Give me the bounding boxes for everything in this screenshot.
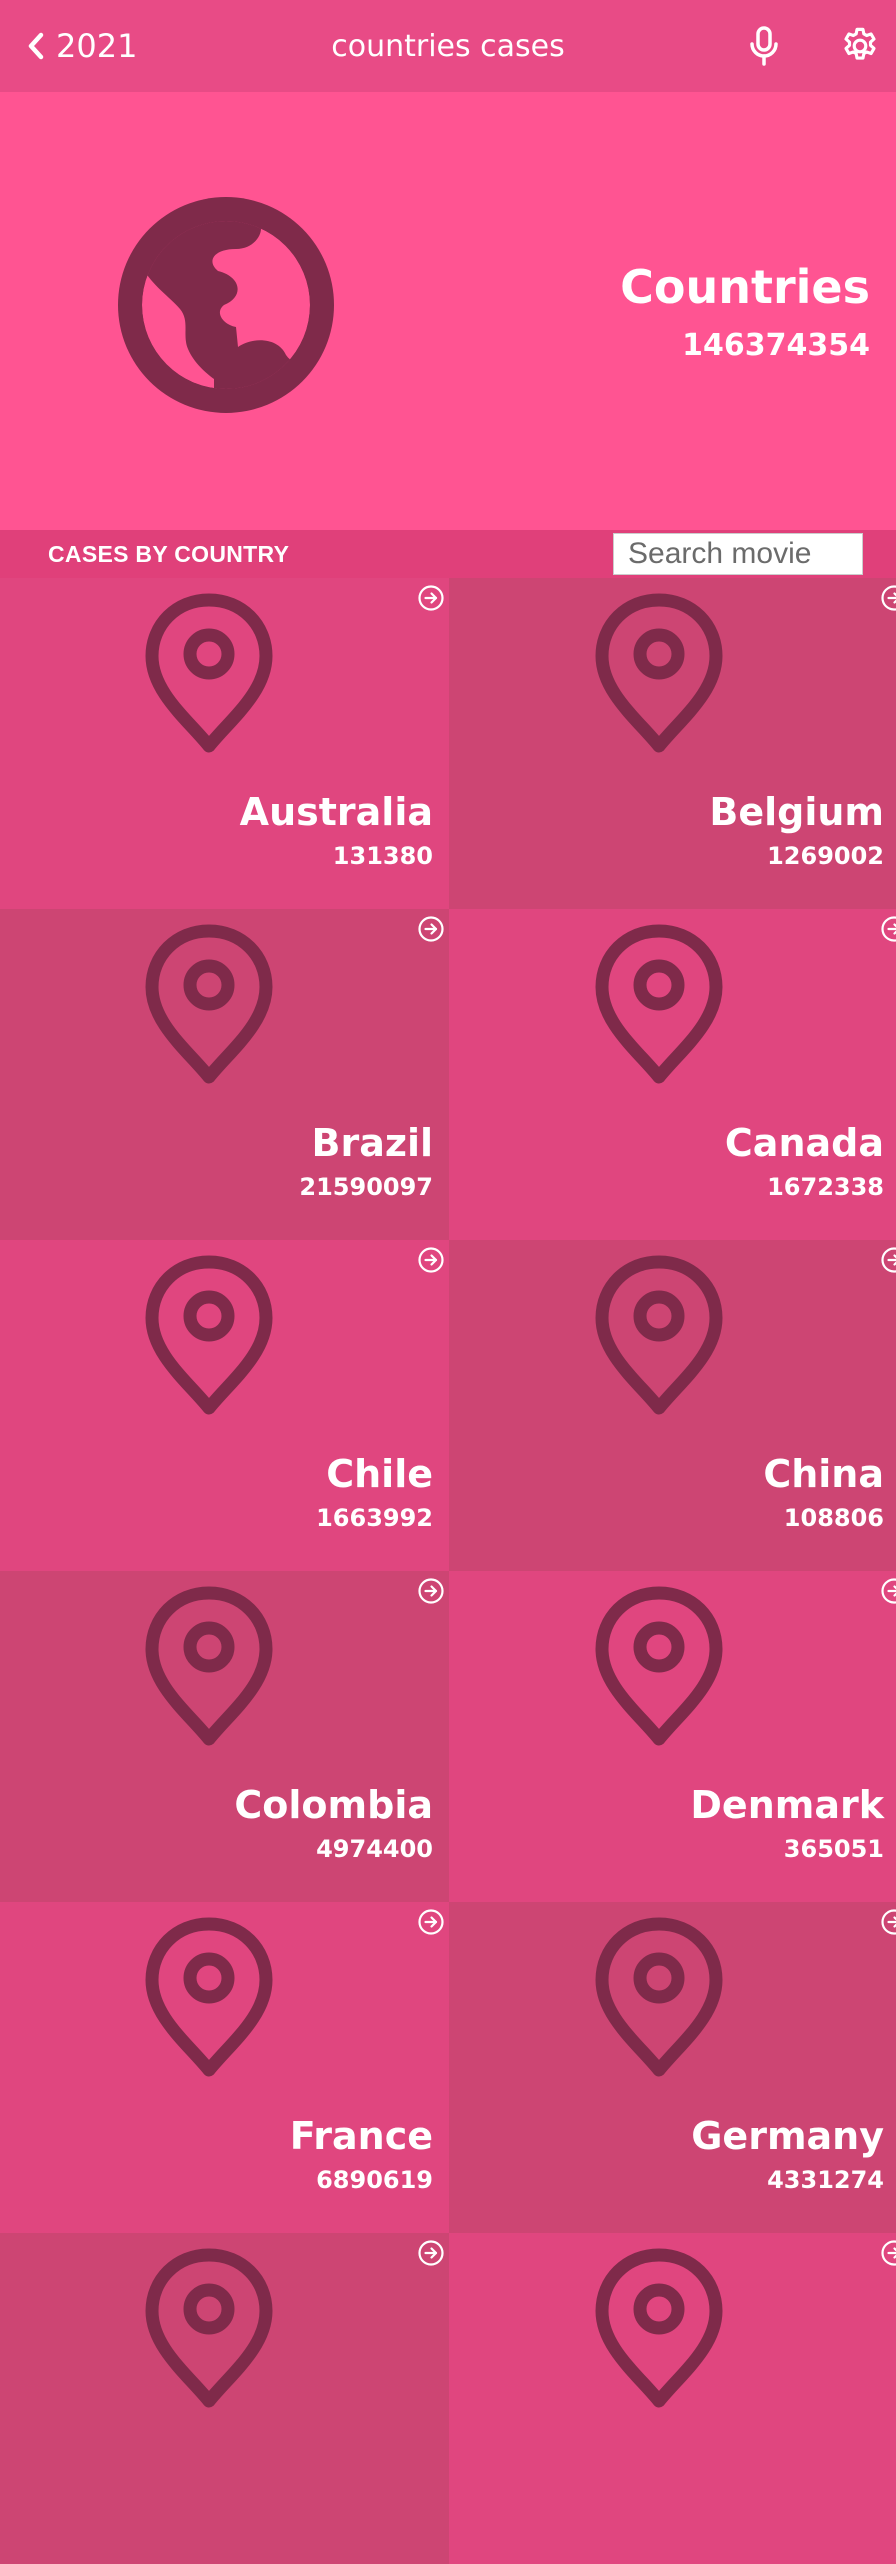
gear-icon <box>839 25 881 67</box>
country-tile[interactable] <box>0 2233 449 2564</box>
country-cases: 4331274 <box>767 2166 884 2194</box>
country-cases: 108806 <box>784 1504 884 1532</box>
arrow-right-circle-icon[interactable] <box>417 1908 445 1936</box>
arrow-right-circle-icon[interactable] <box>417 2239 445 2267</box>
country-tile[interactable]: Germany 4331274 <box>449 1902 896 2233</box>
arrow-right-circle-icon[interactable] <box>880 584 896 612</box>
microphone-button[interactable] <box>736 18 792 74</box>
arrow-right-circle-icon[interactable] <box>880 2239 896 2267</box>
country-tile[interactable]: Canada 1672338 <box>449 909 896 1240</box>
country-name: Australia <box>240 790 433 834</box>
hero-title: Countries <box>620 260 870 314</box>
country-name: Colombia <box>234 1783 433 1827</box>
settings-button[interactable] <box>832 18 888 74</box>
country-cases: 4974400 <box>316 1835 433 1863</box>
hero-total-cases: 146374354 <box>682 328 870 363</box>
map-pin-icon <box>144 592 274 756</box>
country-tile[interactable]: France 6890619 <box>0 1902 449 2233</box>
country-name: China <box>763 1452 884 1496</box>
country-tile[interactable]: Chile 1663992 <box>0 1240 449 1571</box>
chevron-left-icon <box>26 31 46 61</box>
arrow-right-circle-icon[interactable] <box>417 1246 445 1274</box>
map-pin-icon <box>144 923 274 1087</box>
map-pin-icon <box>594 1254 724 1418</box>
arrow-right-circle-icon[interactable] <box>880 915 896 943</box>
map-pin-icon <box>144 2247 274 2411</box>
map-pin-icon <box>594 923 724 1087</box>
section-header: CASES BY COUNTRY <box>0 530 896 578</box>
country-name: Canada <box>725 1121 884 1165</box>
country-name: Germany <box>691 2114 884 2158</box>
arrow-right-circle-icon[interactable] <box>880 1908 896 1936</box>
country-tile[interactable]: Colombia 4974400 <box>0 1571 449 1902</box>
country-tile[interactable] <box>449 2233 896 2564</box>
search-input[interactable] <box>613 533 863 575</box>
country-name: Brazil <box>311 1121 433 1165</box>
country-tile[interactable]: Belgium 1269002 <box>449 578 896 909</box>
back-button[interactable]: 2021 <box>26 18 137 74</box>
map-pin-icon <box>144 1916 274 2080</box>
country-cases: 6890619 <box>316 2166 433 2194</box>
country-name: Chile <box>326 1452 433 1496</box>
country-cases: 365051 <box>784 1835 884 1863</box>
microphone-icon <box>747 25 781 67</box>
country-grid: Australia 131380 Belgium 1269002 Brazil 21590… <box>0 578 896 2304</box>
arrow-right-circle-icon[interactable] <box>417 1577 445 1605</box>
country-tile[interactable]: China 108806 <box>449 1240 896 1571</box>
map-pin-icon <box>594 1585 724 1749</box>
country-tile[interactable]: Brazil 21590097 <box>0 909 449 1240</box>
top-bar: 2021 countries cases <box>0 0 896 92</box>
hero-banner: Countries 146374354 <box>0 92 896 530</box>
country-cases: 1269002 <box>767 842 884 870</box>
map-pin-icon <box>594 592 724 756</box>
country-cases: 1663992 <box>316 1504 433 1532</box>
country-tile[interactable]: Denmark 365051 <box>449 1571 896 1902</box>
country-cases: 21590097 <box>299 1173 433 1201</box>
map-pin-icon <box>594 1916 724 2080</box>
arrow-right-circle-icon[interactable] <box>417 584 445 612</box>
country-name: France <box>290 2114 433 2158</box>
map-pin-icon <box>144 1585 274 1749</box>
globe-icon <box>118 197 334 413</box>
section-title: CASES BY COUNTRY <box>48 530 289 578</box>
arrow-right-circle-icon[interactable] <box>880 1246 896 1274</box>
country-tile[interactable]: Australia 131380 <box>0 578 449 909</box>
country-cases: 131380 <box>333 842 433 870</box>
country-name: Belgium <box>709 790 884 834</box>
map-pin-icon <box>594 2247 724 2411</box>
back-label: 2021 <box>56 27 137 65</box>
map-pin-icon <box>144 1254 274 1418</box>
country-name: Denmark <box>690 1783 884 1827</box>
country-cases: 1672338 <box>767 1173 884 1201</box>
arrow-right-circle-icon[interactable] <box>417 915 445 943</box>
arrow-right-circle-icon[interactable] <box>880 1577 896 1605</box>
